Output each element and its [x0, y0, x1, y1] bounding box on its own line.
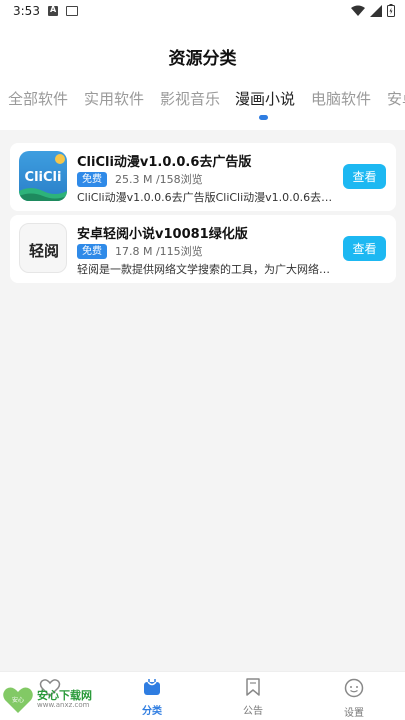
- view-button[interactable]: 查看: [343, 236, 386, 261]
- svg-text:轻阅: 轻阅: [29, 242, 59, 260]
- item-meta: 免费 25.3 M /158浏览: [77, 171, 203, 187]
- tab-all-software[interactable]: 全部软件: [8, 88, 68, 109]
- item-description: CliCli动漫v1.0.0.6去广告版CliCli动漫v1.0.0.6去广告.…: [77, 191, 339, 204]
- item-size-views: 17.8 M /115浏览: [115, 245, 203, 258]
- nav-settings-label: 设置: [344, 708, 364, 719]
- tab-utility-software[interactable]: 实用软件: [84, 88, 144, 109]
- nav-notice-label: 公告: [243, 706, 263, 717]
- settings-face-icon: [344, 678, 364, 698]
- qingyue-app-icon: 轻阅: [19, 223, 67, 273]
- tab-comics-novels[interactable]: 漫画小说: [235, 88, 295, 109]
- nav-category[interactable]: 分类: [122, 678, 182, 717]
- status-bar: 3:53: [0, 0, 405, 24]
- free-badge: 免费: [77, 243, 107, 259]
- status-indicators: [351, 4, 395, 17]
- nav-settings[interactable]: 设置: [324, 678, 384, 719]
- battery-icon: [387, 4, 395, 17]
- nav-notice[interactable]: 公告: [223, 678, 283, 717]
- tab-pc-software[interactable]: 电脑软件: [311, 88, 371, 109]
- active-tab-indicator: [259, 115, 268, 120]
- svg-text:安心: 安心: [12, 696, 24, 704]
- header: 资源分类 全部软件 实用软件 影视音乐 漫画小说 电脑软件 安卓: [0, 24, 405, 130]
- list-item[interactable]: CliCli CliCli动漫v1.0.0.6去广告版 免费 25.3 M /1…: [10, 143, 396, 211]
- item-description: 轻阅是一款提供网络文学搜索的工具，为广大网络文...: [77, 263, 339, 276]
- watermark-heart-icon: 安心: [3, 687, 33, 713]
- category-bag-icon: [144, 679, 160, 695]
- item-size-views: 25.3 M /158浏览: [115, 173, 203, 186]
- category-tabs: 全部软件 实用软件 影视音乐 漫画小说 电脑软件 安卓: [0, 88, 405, 128]
- page-title: 资源分类: [168, 49, 237, 69]
- free-badge: 免费: [77, 171, 107, 187]
- list-item[interactable]: 轻阅 安卓轻阅小说v10081绿化版 免费 17.8 M /115浏览 轻阅是一…: [10, 215, 396, 283]
- nav-category-label: 分类: [142, 706, 162, 717]
- item-meta: 免费 17.8 M /115浏览: [77, 243, 203, 259]
- notification-screen-icon: [66, 6, 78, 16]
- item-title: 安卓轻阅小说v10081绿化版: [77, 227, 248, 242]
- bookmark-notice-icon: [246, 678, 260, 696]
- signal-icon: [370, 4, 382, 17]
- watermark-logo: 安心 安心下载网 www.anxz.com: [2, 685, 102, 715]
- view-button[interactable]: 查看: [343, 164, 386, 189]
- item-title: CliCli动漫v1.0.0.6去广告版: [77, 155, 252, 170]
- notification-a-icon: [48, 5, 58, 16]
- tab-video-music[interactable]: 影视音乐: [160, 88, 220, 109]
- watermark-url: www.anxz.com: [37, 701, 90, 709]
- wifi-icon: [351, 5, 365, 16]
- status-time: 3:53: [13, 4, 40, 18]
- tab-android[interactable]: 安卓: [387, 88, 405, 109]
- svg-text:CliCli: CliCli: [25, 170, 62, 185]
- clicli-app-icon: CliCli: [19, 151, 67, 201]
